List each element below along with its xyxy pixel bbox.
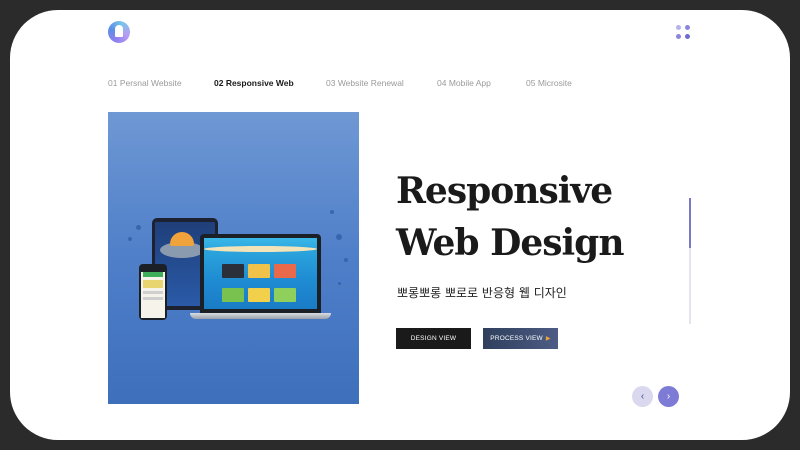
- project-subtitle: 뽀롱뽀롱 뽀로로 반응형 웹 디자인: [397, 286, 567, 300]
- title-line-2: Web Design: [396, 222, 625, 264]
- laptop-base: [190, 313, 331, 319]
- bubble: [336, 234, 342, 240]
- screen-card: [274, 288, 296, 302]
- phone-bar: [143, 272, 163, 277]
- chevron-left-icon: ‹: [640, 391, 645, 402]
- laptop-screen: [204, 238, 317, 309]
- title-line-1: Responsive: [396, 170, 613, 212]
- bubble: [330, 210, 334, 214]
- design-view-label: DESIGN VIEW: [410, 335, 457, 342]
- screen-wave: [204, 246, 317, 252]
- process-view-label: PROCESS VIEW: [490, 335, 543, 342]
- bubble: [128, 237, 132, 241]
- bubble: [338, 282, 341, 285]
- page-frame: 01 Persnal Website 02 Responsive Web 03 …: [10, 10, 790, 440]
- design-view-button[interactable]: DESIGN VIEW: [396, 328, 471, 349]
- logo-icon[interactable]: [108, 21, 130, 43]
- project-preview-image: [108, 112, 359, 404]
- tab-microsite[interactable]: 05 Microsite: [526, 78, 572, 88]
- phone-bar: [143, 291, 163, 294]
- prev-slide-button[interactable]: ‹: [632, 386, 653, 407]
- dot: [685, 25, 690, 30]
- phone-bar: [143, 280, 163, 288]
- next-slide-button[interactable]: ›: [658, 386, 679, 407]
- chevron-right-icon: ›: [666, 391, 671, 402]
- dot: [685, 34, 690, 39]
- screen-card: [222, 264, 244, 278]
- dot: [676, 25, 681, 30]
- phone-screen: [141, 272, 165, 318]
- dot: [676, 34, 681, 39]
- screen-card: [248, 264, 270, 278]
- screen-card: [274, 264, 296, 278]
- tab-personal-website[interactable]: 01 Persnal Website: [108, 78, 182, 88]
- screen-card: [248, 288, 270, 302]
- scroll-thumb[interactable]: [689, 198, 691, 248]
- phone-device: [139, 264, 167, 320]
- play-arrow-icon: ▶: [545, 336, 551, 342]
- process-view-button[interactable]: PROCESS VIEW ▶: [483, 328, 558, 349]
- screen-card: [222, 288, 244, 302]
- dots-grid-icon[interactable]: [676, 25, 692, 41]
- ufo-dome: [170, 232, 194, 246]
- bubble: [136, 225, 141, 230]
- bubble: [344, 258, 348, 262]
- tab-responsive-web[interactable]: 02 Responsive Web: [214, 78, 294, 88]
- phone-bar: [143, 297, 163, 300]
- tab-website-renewal[interactable]: 03 Website Renewal: [326, 78, 404, 88]
- laptop-device: [200, 234, 321, 313]
- page-title: Responsive Web Design: [396, 165, 696, 269]
- tab-mobile-app[interactable]: 04 Mobile App: [437, 78, 491, 88]
